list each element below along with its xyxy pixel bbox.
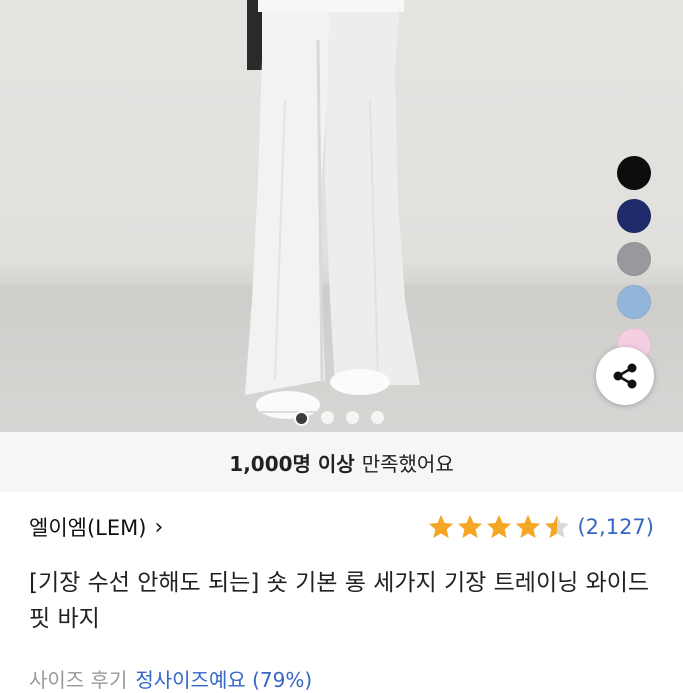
color-swatch-sky-blue[interactable] — [617, 285, 651, 319]
rating-summary[interactable]: (2,127) — [426, 513, 654, 541]
size-review-label: 사이즈 후기 — [29, 668, 128, 692]
chevron-right-icon: › — [154, 514, 164, 540]
pagination-dot[interactable] — [346, 411, 359, 424]
product-image-gallery[interactable] — [0, 0, 683, 432]
star-full-icon — [516, 515, 541, 538]
satisfaction-suffix: 만족했어요 — [361, 451, 454, 476]
size-review-value: 정사이즈예요 (79%) — [135, 668, 313, 692]
share-button[interactable] — [596, 347, 654, 405]
star-half-icon — [545, 515, 570, 538]
satisfaction-banner: 1,000명 이상 만족했어요 — [0, 432, 683, 492]
color-swatch-list — [617, 156, 651, 371]
pagination-dot[interactable] — [294, 411, 309, 426]
review-count[interactable]: (2,127) — [577, 515, 654, 539]
pagination-dot[interactable] — [321, 411, 334, 424]
brand-rating-row: 엘이엠(LEM) › (2,127) — [29, 509, 654, 545]
color-swatch-black[interactable] — [617, 156, 651, 190]
star-rating — [426, 513, 571, 541]
brand-name: 엘이엠(LEM) — [29, 516, 147, 540]
share-icon — [613, 363, 637, 389]
product-photo-trousers — [245, 0, 420, 419]
star-full-icon — [458, 515, 483, 538]
color-swatch-gray[interactable] — [617, 242, 651, 276]
size-review-row[interactable]: 사이즈 후기 정사이즈예요 (79%) — [29, 664, 312, 693]
star-full-icon — [429, 515, 454, 538]
gallery-pagination — [294, 411, 384, 426]
brand-link[interactable]: 엘이엠(LEM) › — [29, 512, 163, 542]
product-title: [기장 수선 안해도 되는] 숏 기본 롱 세가지 기장 트레이닝 와이드 핏 … — [29, 570, 650, 632]
satisfaction-count: 1,000명 이상 — [229, 451, 355, 476]
pagination-dot[interactable] — [371, 411, 384, 424]
star-full-icon — [487, 515, 512, 538]
color-swatch-navy[interactable] — [617, 199, 651, 233]
